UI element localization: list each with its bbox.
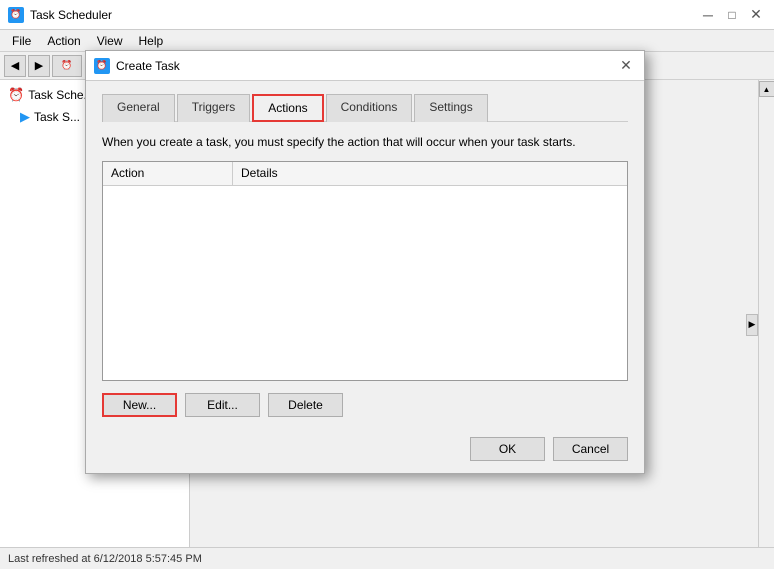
create-task-modal: ⏰ Create Task ✕ General Triggers Actions… (85, 50, 645, 474)
col-details: Details (233, 162, 627, 185)
description-text: When you create a task, you must specify… (102, 134, 628, 151)
modal-body: General Triggers Actions Conditions Sett… (86, 81, 644, 473)
modal-titlebar: ⏰ Create Task ✕ (86, 51, 644, 81)
toolbar-back-btn[interactable]: ◀ (4, 55, 26, 77)
menu-action[interactable]: Action (39, 32, 88, 50)
expand-right-btn[interactable]: ▶ (746, 314, 758, 336)
sidebar-item-label-2: Task S... (34, 110, 80, 124)
app-title: Task Scheduler (30, 8, 112, 22)
app-titlebar: ⏰ Task Scheduler ─ □ ✕ (0, 0, 774, 30)
sidebar-item-icon-1: ⏰ (8, 87, 24, 103)
app-minimize-btn[interactable]: ─ (698, 5, 718, 25)
status-text: Last refreshed at 6/12/2018 5:57:45 PM (8, 553, 202, 565)
action-table-header: Action Details (103, 162, 627, 186)
modal-title: Create Task (116, 59, 180, 73)
cancel-button[interactable]: Cancel (553, 437, 628, 461)
sidebar-item-icon-2: ▶ (20, 109, 30, 125)
app-menubar: File Action View Help (0, 30, 774, 52)
delete-button[interactable]: Delete (268, 393, 343, 417)
tab-actions[interactable]: Actions (252, 94, 323, 122)
ok-button[interactable]: OK (470, 437, 545, 461)
tab-triggers[interactable]: Triggers (177, 94, 251, 122)
sidebar-item-label-1: Task Sche... (28, 88, 93, 102)
edit-button[interactable]: Edit... (185, 393, 260, 417)
modal-close-btn[interactable]: ✕ (616, 56, 636, 76)
toolbar-action-btn[interactable]: ⏰ (52, 55, 82, 77)
scroll-up-btn[interactable]: ▲ (759, 81, 774, 97)
modal-title-left: ⏰ Create Task (94, 58, 180, 74)
col-action: Action (103, 162, 233, 185)
action-table-body[interactable] (103, 186, 627, 380)
ok-cancel-row: OK Cancel (102, 433, 628, 461)
new-button[interactable]: New... (102, 393, 177, 417)
statusbar: Last refreshed at 6/12/2018 5:57:45 PM (0, 547, 774, 569)
toolbar-forward-btn[interactable]: ▶ (28, 55, 50, 77)
app-close-btn[interactable]: ✕ (746, 5, 766, 25)
menu-view[interactable]: View (89, 32, 131, 50)
scrollbar-right: ▲ ▼ (758, 80, 774, 569)
tab-bar: General Triggers Actions Conditions Sett… (102, 93, 628, 122)
tab-conditions[interactable]: Conditions (326, 94, 413, 122)
modal-title-icon: ⏰ (94, 58, 110, 74)
menu-help[interactable]: Help (131, 32, 172, 50)
tab-general[interactable]: General (102, 94, 175, 122)
action-table: Action Details (102, 161, 628, 381)
menu-file[interactable]: File (4, 32, 39, 50)
app-maximize-btn[interactable]: □ (722, 5, 742, 25)
action-buttons-row: New... Edit... Delete (102, 393, 628, 417)
tab-settings[interactable]: Settings (414, 94, 487, 122)
app-titlebar-icon: ⏰ (8, 7, 24, 23)
